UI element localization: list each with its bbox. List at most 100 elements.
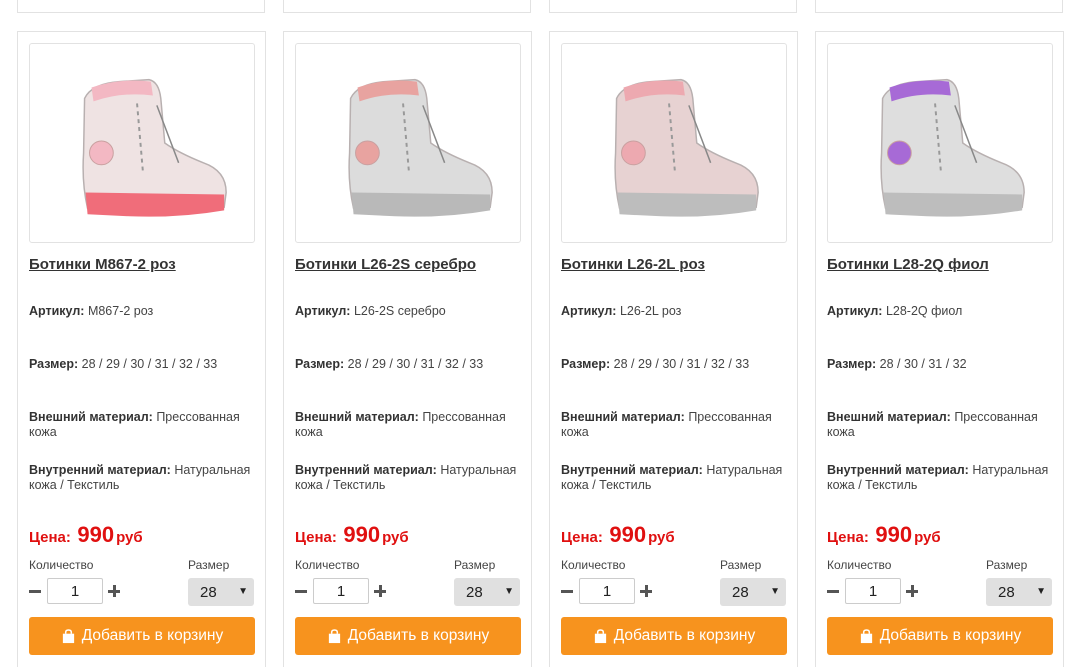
previous-card-stub: [815, 0, 1063, 13]
size-select-label: Размер: [720, 558, 762, 572]
chevron-down-icon: ▼: [770, 586, 780, 597]
sizes-value: 28 / 29 / 30 / 31 / 32 / 33: [613, 357, 750, 371]
outer-material-row: Внешний материал: Прессованная кожа: [827, 410, 1055, 440]
size-select[interactable]: 28 ▼: [986, 578, 1052, 606]
previous-card-stub: [549, 0, 797, 13]
outer-material-row: Внешний материал: Прессованная кожа: [295, 410, 523, 440]
price-currency: руб: [116, 529, 143, 546]
sizes-label: Размер:: [827, 357, 877, 371]
product-title-link[interactable]: Ботинки L26-2S серебро: [295, 256, 476, 273]
price-label: Цена:: [29, 529, 71, 546]
chevron-down-icon: ▼: [238, 586, 248, 597]
article-value: L28-2Q фиол: [885, 304, 963, 318]
decrease-quantity-button[interactable]: [294, 581, 308, 601]
previous-card-stub: [17, 0, 265, 13]
sizes-row: Размер: 28 / 30 / 31 / 32: [827, 357, 1055, 372]
sizes-row: Размер: 28 / 29 / 30 / 31 / 32 / 33: [295, 357, 523, 372]
price-label: Цена:: [561, 529, 603, 546]
product-title-link[interactable]: Ботинки L26-2L роз: [561, 256, 705, 273]
price-currency: руб: [914, 529, 941, 546]
add-to-cart-label: Добавить в корзину: [879, 627, 1022, 644]
outer-material-label: Внешний материал:: [561, 410, 685, 424]
price-value: 990: [609, 522, 647, 547]
product-card: Ботинки L26-2S серебро Артикул: L26-2S се…: [283, 31, 532, 667]
quantity-input[interactable]: [845, 578, 901, 604]
inner-material-row: Внутренний материал: Натуральная кожа / …: [827, 463, 1055, 493]
sizes-value: 28 / 29 / 30 / 31 / 32 / 33: [347, 357, 484, 371]
article-row: Артикул: M867-2 роз: [29, 304, 257, 319]
add-to-cart-label: Добавить в корзину: [613, 627, 756, 644]
shopping-bag-icon: [328, 628, 340, 643]
inner-material-row: Внутренний материал: Натуральная кожа / …: [295, 463, 523, 493]
outer-material-label: Внешний материал:: [295, 410, 419, 424]
quantity-input[interactable]: [313, 578, 369, 604]
article-label: Артикул:: [827, 304, 883, 318]
price: Цена: 990 руб: [561, 522, 675, 548]
previous-card-stub: [283, 0, 531, 13]
rose-boot-image[interactable]: [561, 43, 787, 243]
size-select[interactable]: 28 ▼: [720, 578, 786, 606]
add-to-cart-button[interactable]: Добавить в корзину: [29, 617, 255, 655]
decrease-quantity-button[interactable]: [560, 581, 574, 601]
inner-material-row: Внутренний материал: Натуральная кожа / …: [29, 463, 257, 493]
increase-quantity-button[interactable]: [107, 581, 121, 601]
price: Цена: 990 руб: [827, 522, 941, 548]
article-value: L26-2L роз: [619, 304, 682, 318]
outer-material-row: Внешний материал: Прессованная кожа: [561, 410, 789, 440]
outer-material-row: Внешний материал: Прессованная кожа: [29, 410, 257, 440]
decrease-quantity-button[interactable]: [28, 581, 42, 601]
shopping-bag-icon: [860, 628, 872, 643]
size-select-label: Размер: [986, 558, 1028, 572]
add-to-cart-label: Добавить в корзину: [81, 627, 224, 644]
chevron-down-icon: ▼: [504, 586, 514, 597]
add-to-cart-button[interactable]: Добавить в корзину: [295, 617, 521, 655]
increase-quantity-button[interactable]: [639, 581, 653, 601]
inner-material-row: Внутренний материал: Натуральная кожа / …: [561, 463, 789, 493]
size-select[interactable]: 28 ▼: [454, 578, 520, 606]
increase-quantity-button[interactable]: [373, 581, 387, 601]
sizes-label: Размер:: [29, 357, 79, 371]
price: Цена: 990 руб: [29, 522, 143, 548]
add-to-cart-button[interactable]: Добавить в корзину: [561, 617, 787, 655]
sizes-value: 28 / 29 / 30 / 31 / 32 / 33: [81, 357, 218, 371]
price-label: Цена:: [827, 529, 869, 546]
price-value: 990: [77, 522, 115, 547]
add-to-cart-button[interactable]: Добавить в корзину: [827, 617, 1053, 655]
inner-material-label: Внутренний материал:: [29, 463, 171, 477]
sizes-row: Размер: 28 / 29 / 30 / 31 / 32 / 33: [561, 357, 789, 372]
silver-boot-image[interactable]: [295, 43, 521, 243]
size-selected-value: 28: [200, 584, 217, 601]
price-currency: руб: [648, 529, 675, 546]
decrease-quantity-button[interactable]: [826, 581, 840, 601]
size-select-label: Размер: [188, 558, 230, 572]
price-label: Цена:: [295, 529, 337, 546]
pink-boot-image[interactable]: [29, 43, 255, 243]
outer-material-label: Внешний материал:: [29, 410, 153, 424]
article-label: Артикул:: [295, 304, 351, 318]
quantity-label: Количество: [295, 558, 360, 572]
article-value: M867-2 роз: [87, 304, 154, 318]
product-title-link[interactable]: Ботинки M867-2 роз: [29, 256, 176, 273]
chevron-down-icon: ▼: [1036, 586, 1046, 597]
article-label: Артикул:: [29, 304, 85, 318]
inner-material-label: Внутренний материал:: [827, 463, 969, 477]
quantity-input[interactable]: [47, 578, 103, 604]
article-row: Артикул: L26-2L роз: [561, 304, 789, 319]
add-to-cart-label: Добавить в корзину: [347, 627, 490, 644]
size-selected-value: 28: [732, 584, 749, 601]
quantity-input[interactable]: [579, 578, 635, 604]
size-selected-value: 28: [466, 584, 483, 601]
sizes-value: 28 / 30 / 31 / 32: [879, 357, 967, 371]
violet-boot-image[interactable]: [827, 43, 1053, 243]
price-value: 990: [343, 522, 381, 547]
price: Цена: 990 руб: [295, 522, 409, 548]
price-value: 990: [875, 522, 913, 547]
quantity-label: Количество: [561, 558, 626, 572]
article-row: Артикул: L28-2Q фиол: [827, 304, 1055, 319]
sizes-label: Размер:: [295, 357, 345, 371]
product-title-link[interactable]: Ботинки L28-2Q фиол: [827, 256, 989, 273]
article-label: Артикул:: [561, 304, 617, 318]
increase-quantity-button[interactable]: [905, 581, 919, 601]
size-select[interactable]: 28 ▼: [188, 578, 254, 606]
sizes-row: Размер: 28 / 29 / 30 / 31 / 32 / 33: [29, 357, 257, 372]
